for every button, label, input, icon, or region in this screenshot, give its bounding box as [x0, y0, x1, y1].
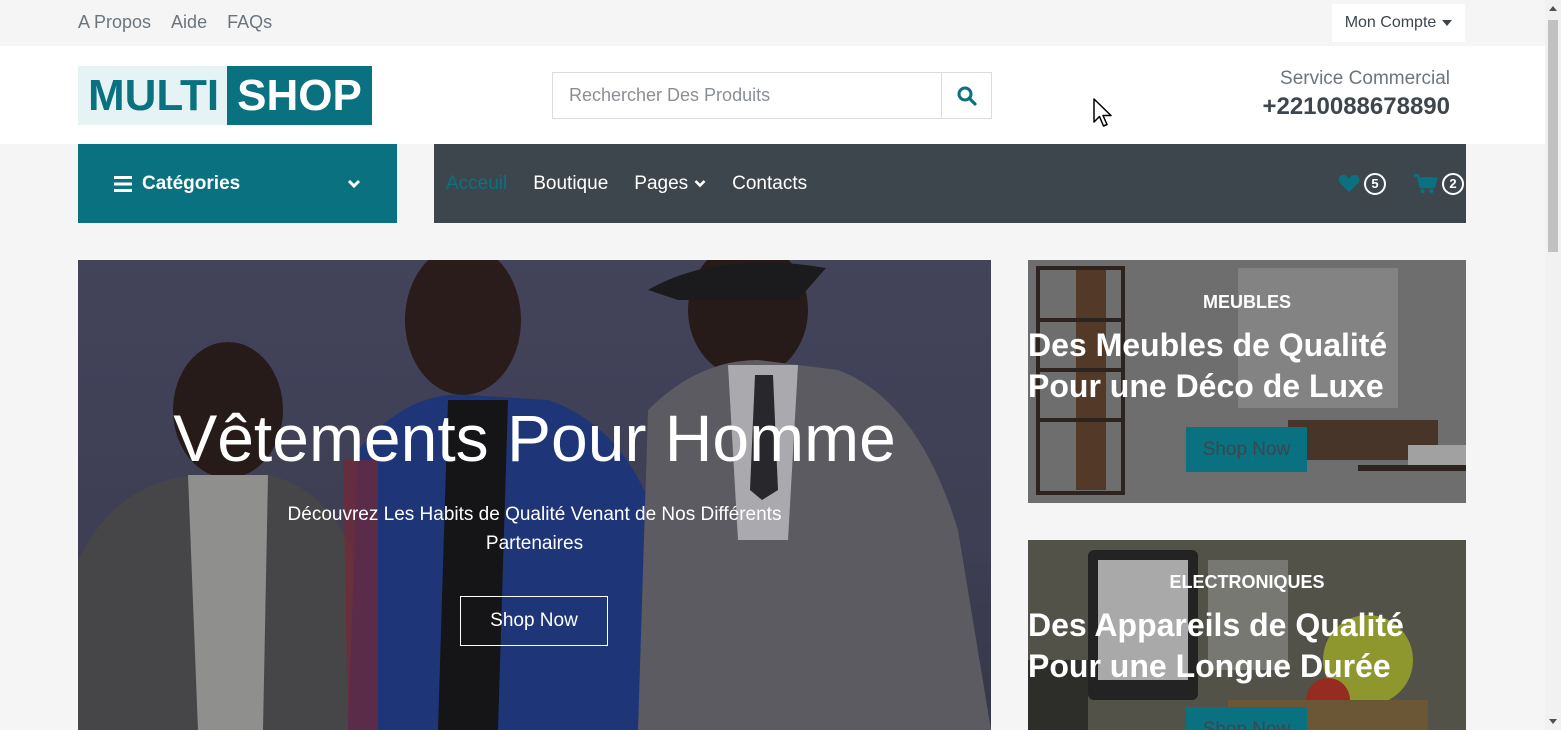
service-phone: +2210088678890: [1262, 93, 1450, 120]
promo-title-line1: Des Appareils de Qualité: [1028, 607, 1404, 643]
hero-shop-now-button[interactable]: Shop Now: [460, 596, 608, 646]
logo[interactable]: MULTI SHOP: [78, 66, 372, 125]
promo-title: Des Meubles de Qualité Pour une Déco de …: [1028, 325, 1387, 407]
site-header: MULTI SHOP Service Commercial +221008867…: [0, 46, 1545, 144]
cart-count-badge: 2: [1442, 172, 1464, 195]
promo-title-line2: Pour une Longue Durée: [1028, 648, 1391, 684]
account-dropdown-button[interactable]: Mon Compte: [1332, 4, 1465, 42]
hero-title: Vêtements Pour Homme: [173, 401, 896, 475]
nav-icons: 5 2: [1338, 172, 1466, 195]
top-bar: A Propos Aide FAQs Mon Compte: [0, 0, 1545, 46]
link-a-propos[interactable]: A Propos: [78, 12, 151, 33]
link-faqs[interactable]: FAQs: [227, 12, 272, 33]
scroll-thumb[interactable]: [1548, 20, 1558, 252]
search-button[interactable]: [941, 73, 991, 118]
promo-tag: ELECTRONIQUES: [1169, 572, 1325, 592]
service-label: Service Commercial: [1280, 68, 1450, 89]
promo-title: Des Appareils de Qualité Pour une Longue…: [1028, 605, 1404, 687]
main-nav: Acceuil Boutique Pages Contacts 5 2: [434, 144, 1466, 223]
promo-title-line2: Pour une Déco de Luxe: [1028, 368, 1384, 404]
hero-carousel: Vêtements Pour Homme Découvrez Les Habit…: [78, 260, 991, 730]
categories-toggle[interactable]: Catégories: [78, 144, 397, 223]
nav-item-pages[interactable]: Pages: [634, 173, 706, 195]
promo-tag: MEUBLES: [1202, 292, 1291, 312]
search-form: [552, 72, 992, 119]
caret-down-icon: [1442, 20, 1453, 26]
mouse-cursor-icon: [1093, 98, 1112, 127]
promo-shop-now-button[interactable]: Shop Now: [1186, 427, 1307, 472]
promo-shop-now-button[interactable]: Shop Now: [1186, 707, 1307, 730]
promo-card-electronics[interactable]: ELECTRONIQUES Des Appareils de Qualité P…: [1028, 540, 1466, 730]
scroll-down-arrow-icon[interactable]: [1549, 719, 1557, 724]
account-label: Mon Compte: [1344, 14, 1437, 31]
cart-button[interactable]: 2: [1414, 172, 1464, 195]
link-aide[interactable]: Aide: [171, 12, 207, 33]
hero-overlay: [78, 260, 991, 730]
logo-part1: MULTI: [78, 66, 228, 125]
nav-item-pages-label: Pages: [634, 172, 689, 194]
heart-icon: [1338, 174, 1360, 192]
nav-item-boutique[interactable]: Boutique: [533, 173, 608, 195]
nav-item-acceuil[interactable]: Acceuil: [446, 173, 507, 195]
nav-item-contacts[interactable]: Contacts: [732, 173, 807, 195]
bars-icon: [114, 175, 132, 192]
cart-icon: [1414, 173, 1438, 193]
top-links: A Propos Aide FAQs: [78, 12, 272, 33]
page-scrollbar[interactable]: [1545, 0, 1561, 730]
wishlist-button[interactable]: 5: [1338, 172, 1386, 195]
promo-card-furniture[interactable]: MEUBLES Des Meubles de Qualité Pour une …: [1028, 260, 1466, 503]
customer-service: Service Commercial +2210088678890: [1262, 68, 1450, 121]
logo-part2: SHOP: [227, 66, 372, 125]
hero-subtitle: Découvrez Les Habits de Qualité Venant d…: [287, 504, 782, 554]
categories-label: Catégories: [142, 172, 241, 194]
nav-items: Acceuil Boutique Pages Contacts: [434, 173, 1338, 195]
scroll-up-arrow-icon[interactable]: [1549, 6, 1557, 11]
search-icon: [957, 86, 977, 106]
promo-title-line1: Des Meubles de Qualité: [1028, 327, 1388, 363]
chevron-down-icon: [694, 180, 706, 188]
search-input[interactable]: [553, 73, 941, 118]
chevron-down-icon: [347, 179, 361, 188]
wishlist-count-badge: 5: [1364, 172, 1386, 195]
